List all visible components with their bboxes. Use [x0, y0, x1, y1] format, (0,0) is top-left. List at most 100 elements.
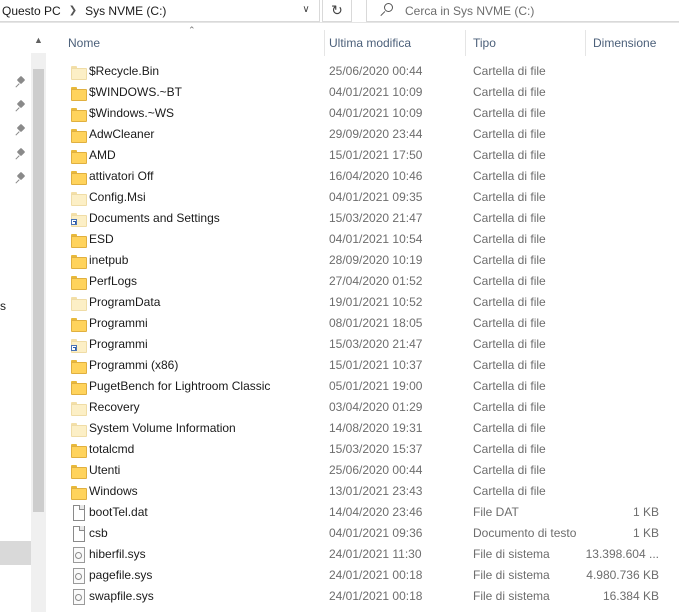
file-size [564, 124, 659, 145]
file-size [564, 166, 659, 187]
nav-item-selected[interactable] [0, 541, 31, 565]
file-size [564, 376, 659, 397]
file-date: 15/03/2020 21:47 [329, 337, 423, 351]
file-date: 24/01/2021 11:30 [329, 547, 422, 561]
table-row[interactable]: Programmi 15/03/2020 21:47 Cartella di fil… [64, 334, 679, 355]
table-row[interactable]: $Windows.~WS 04/01/2021 10:09 Cartella di … [64, 103, 679, 124]
file-name: Programmi [89, 316, 148, 330]
file-date: 05/01/2021 19:00 [329, 379, 423, 393]
table-row[interactable]: hiberfil.sys 24/01/2021 11:30 File di sist… [64, 544, 679, 565]
file-size [564, 292, 659, 313]
pin-icon [16, 149, 26, 161]
table-row[interactable]: PerfLogs 27/04/2020 01:52 Cartella di file [64, 271, 679, 292]
folder-icon [71, 463, 87, 479]
column-divider[interactable] [585, 30, 586, 56]
table-row[interactable]: Programmi 08/01/2021 18:05 Cartella di fil… [64, 313, 679, 334]
table-row[interactable]: $Recycle.Bin 25/06/2020 00:44 Cartella di … [64, 61, 679, 82]
table-row[interactable]: Programmi (x86) 15/01/2021 10:37 Cartella … [64, 355, 679, 376]
folder-icon [71, 169, 87, 185]
file-date: 04/01/2021 10:09 [329, 85, 423, 99]
file-size [564, 145, 659, 166]
column-divider[interactable] [465, 30, 466, 56]
file-name: AMD [89, 148, 116, 162]
file-size [564, 460, 659, 481]
address-bar-area: Questo PC ❯ Sys NVME (C:) ∨ ↻ [0, 0, 679, 23]
file-size [564, 334, 659, 355]
table-row[interactable]: bootTel.dat 14/04/2020 23:46 File DAT 1 KB [64, 502, 679, 523]
table-row[interactable]: pagefile.sys 24/01/2021 00:18 File di sist… [64, 565, 679, 586]
column-header-size[interactable]: Dimensione [589, 30, 679, 56]
file-name: $Recycle.Bin [89, 64, 160, 78]
table-row[interactable]: $WINDOWS.~BT 04/01/2021 10:09 Cartella di … [64, 82, 679, 103]
nav-item-partial-label[interactable]: s [0, 299, 6, 313]
shortcut-arrow-icon [71, 345, 77, 351]
table-row[interactable]: PugetBench for Lightroom Classic 05/01/20… [64, 376, 679, 397]
table-row[interactable]: totalcmd 15/03/2020 15:37 Cartella di file [64, 439, 679, 460]
table-row[interactable]: Config.Msi 04/01/2021 09:35 Cartella di fi… [64, 187, 679, 208]
folder-icon [71, 358, 87, 374]
search-input[interactable] [405, 3, 665, 18]
column-header-row: ⌃ Nome Ultima modifica Tipo Dimensione [64, 25, 679, 56]
file-date: 28/09/2020 10:19 [329, 253, 423, 267]
file-date: 04/01/2021 10:54 [329, 232, 423, 246]
file-date: 15/03/2020 15:37 [329, 442, 423, 456]
breadcrumb-this-pc[interactable]: Questo PC [0, 1, 63, 21]
file-size [564, 355, 659, 376]
table-row[interactable]: AMD 15/01/2021 17:50 Cartella di file [64, 145, 679, 166]
table-row[interactable]: Documents and Settings 15/03/2020 21:47 Ca… [64, 208, 679, 229]
file-name: csb [89, 526, 108, 540]
file-name: System Volume Information [89, 421, 236, 435]
search-box[interactable] [366, 0, 679, 22]
file-size [564, 439, 659, 460]
file-size: 13.398.604 ... [585, 547, 659, 561]
table-row[interactable]: AdwCleaner 29/09/2020 23:44 Cartella di fi… [64, 124, 679, 145]
file-name: Programmi [89, 337, 148, 351]
column-header-type[interactable]: Tipo [469, 30, 584, 56]
folder-icon [71, 274, 87, 290]
file-date: 04/01/2021 09:36 [329, 526, 423, 540]
file-date: 15/01/2021 10:37 [329, 358, 423, 372]
scroll-up-arrow-icon[interactable]: ▲ [31, 31, 46, 49]
table-row[interactable]: System Volume Information 14/08/2020 19:3… [64, 418, 679, 439]
file-date: 19/01/2021 10:52 [329, 295, 423, 309]
file-date: 29/09/2020 23:44 [329, 127, 423, 141]
pin-icon [16, 173, 26, 185]
system-file-icon [71, 589, 85, 605]
table-row[interactable]: swapfile.sys 24/01/2021 00:18 File di sist… [64, 586, 679, 607]
folder-icon [71, 484, 87, 500]
file-name: pagefile.sys [89, 568, 153, 582]
column-header-date[interactable]: Ultima modifica [325, 30, 465, 56]
file-name: PugetBench for Lightroom Classic [89, 379, 271, 393]
file-size [564, 82, 659, 103]
table-row[interactable]: attivatori Off 16/04/2020 10:46 Cartella d… [64, 166, 679, 187]
nav-scrollbar-thumb[interactable] [33, 69, 44, 512]
file-size: 4.980.736 KB [586, 568, 659, 582]
file-name: ESD [89, 232, 114, 246]
breadcrumb-drive[interactable]: Sys NVME (C:) [83, 1, 168, 21]
system-file-icon [71, 568, 85, 584]
chevron-down-icon[interactable]: ∨ [299, 2, 313, 18]
table-row[interactable]: ESD 04/01/2021 10:54 Cartella di file [64, 229, 679, 250]
pin-icon [16, 101, 26, 113]
file-name: Programmi (x86) [89, 358, 179, 372]
breadcrumb[interactable]: Questo PC ❯ Sys NVME (C:) ∨ [0, 0, 320, 22]
table-row[interactable]: Windows 13/01/2021 23:43 Cartella di file [64, 481, 679, 502]
file-name: inetpub [89, 253, 129, 267]
table-row[interactable]: Recovery 03/04/2020 01:29 Cartella di file [64, 397, 679, 418]
table-row[interactable]: ProgramData 19/01/2021 10:52 Cartella di f… [64, 292, 679, 313]
file-date: 13/01/2021 23:43 [329, 484, 423, 498]
file-name: PerfLogs [89, 274, 138, 288]
folder-icon [71, 232, 87, 248]
file-date: 03/04/2020 01:29 [329, 400, 423, 414]
table-row[interactable]: inetpub 28/09/2020 10:19 Cartella di file [64, 250, 679, 271]
file-size [564, 313, 659, 334]
table-row[interactable]: csb 04/01/2021 09:36 Documento di testo 1 K… [64, 523, 679, 544]
table-row[interactable]: Utenti 25/06/2020 00:44 Cartella di file [64, 460, 679, 481]
column-header-name[interactable]: Nome [64, 30, 324, 56]
file-name: AdwCleaner [89, 127, 155, 141]
refresh-button[interactable]: ↻ [322, 0, 352, 22]
folder-pale-icon [71, 295, 87, 311]
chevron-right-icon[interactable]: ❯ [63, 5, 83, 16]
file-date: 27/04/2020 01:52 [329, 274, 423, 288]
folder-pale-icon [71, 64, 87, 80]
